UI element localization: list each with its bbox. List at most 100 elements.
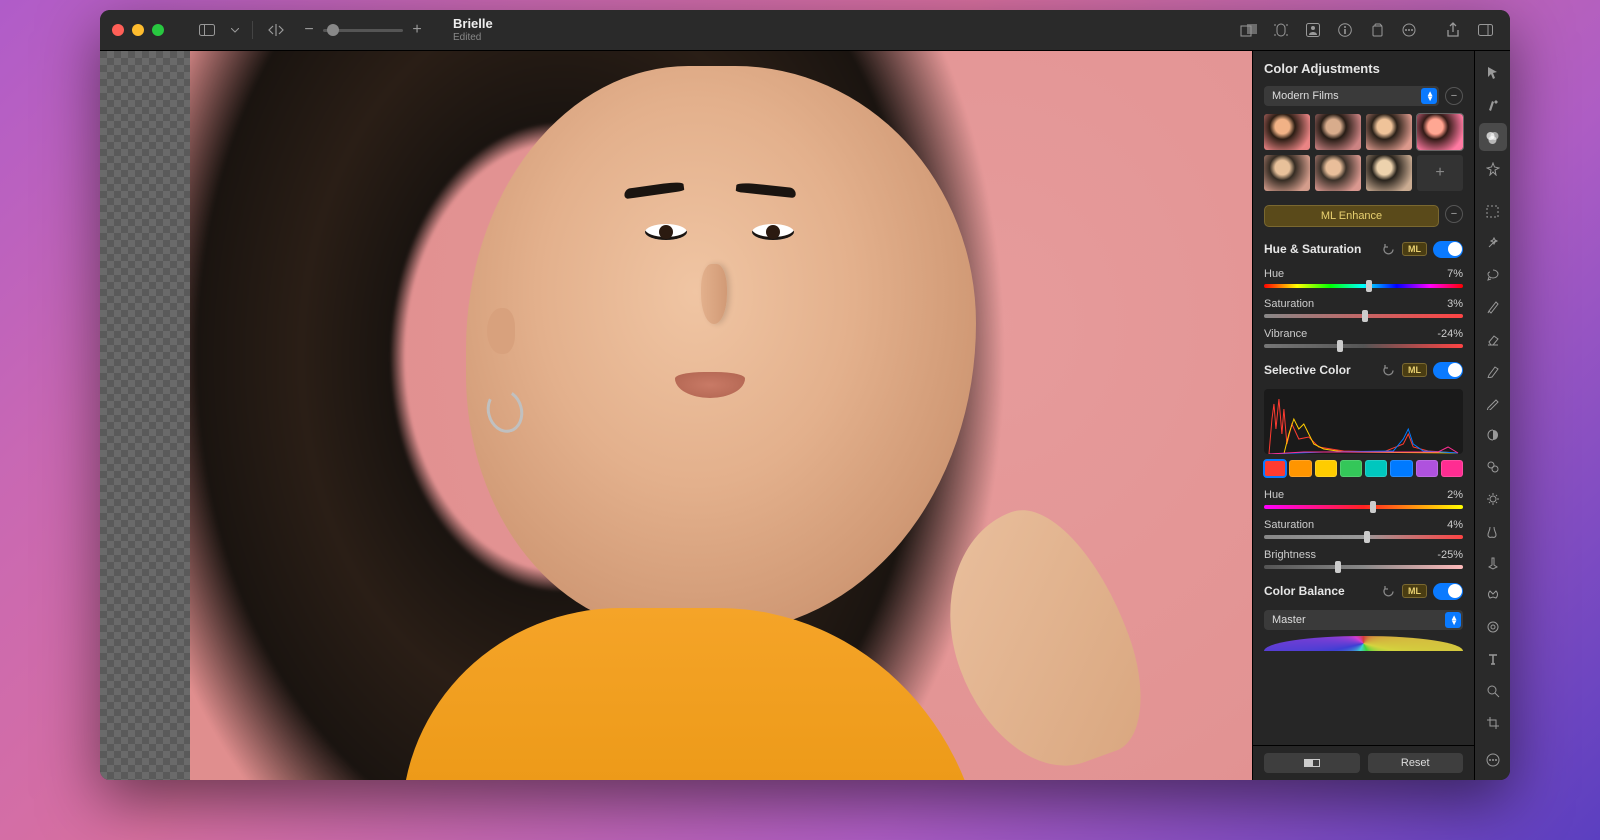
slider-track[interactable] <box>1264 314 1463 318</box>
pen-tool[interactable] <box>1479 357 1507 385</box>
fullscreen-window-button[interactable] <box>152 24 164 36</box>
preset-thumb[interactable] <box>1366 155 1412 191</box>
ml-enhance-button[interactable]: ML Enhance <box>1264 205 1439 227</box>
slider-track[interactable] <box>1264 505 1463 509</box>
preset-thumb[interactable] <box>1264 155 1310 191</box>
repair-tool[interactable] <box>1479 581 1507 609</box>
color-balance-section: Color Balance ML Master ▲▼ <box>1264 583 1463 651</box>
slider-track[interactable] <box>1264 565 1463 569</box>
style-tool[interactable] <box>1479 91 1507 119</box>
more-button[interactable] <box>1396 18 1422 42</box>
shape-tool[interactable] <box>1479 613 1507 641</box>
minimize-window-button[interactable] <box>132 24 144 36</box>
color-chip[interactable] <box>1441 460 1463 477</box>
tonal-range-dropdown[interactable]: Master ▲▼ <box>1264 610 1463 630</box>
color-chip[interactable] <box>1416 460 1438 477</box>
close-window-button[interactable] <box>112 24 124 36</box>
ml-badge[interactable]: ML <box>1402 363 1427 377</box>
lighten-tool[interactable] <box>1479 485 1507 513</box>
preset-thumb[interactable] <box>1417 114 1463 150</box>
section-title: Hue & Saturation <box>1264 242 1374 256</box>
lasso-tool[interactable] <box>1479 261 1507 289</box>
ml-badge[interactable]: ML <box>1402 584 1427 598</box>
inspector-sidebar: Color Adjustments Modern Films ▲▼ − <box>1252 51 1474 780</box>
warp-tool[interactable] <box>1479 549 1507 577</box>
color-chip[interactable] <box>1390 460 1412 477</box>
sidebar-dropdown-button[interactable] <box>228 18 242 42</box>
document-title: Brielle Edited <box>453 16 493 44</box>
gradient-tool[interactable] <box>1479 421 1507 449</box>
arrow-tool[interactable] <box>1479 59 1507 87</box>
marquee-tool[interactable] <box>1479 197 1507 225</box>
info-button[interactable] <box>1332 18 1358 42</box>
reset-icon[interactable] <box>1380 583 1396 599</box>
slider-value: -24% <box>1437 328 1463 340</box>
clone-tool[interactable] <box>1479 453 1507 481</box>
zoom-control: − + <box>301 18 425 42</box>
zoom-out-button[interactable]: − <box>301 18 317 42</box>
erase-tool[interactable] <box>1479 325 1507 353</box>
ml-enhance-remove-button[interactable]: − <box>1445 205 1463 223</box>
person-button[interactable] <box>1300 18 1326 42</box>
preset-thumb[interactable] <box>1264 114 1310 150</box>
preset-thumb[interactable] <box>1315 155 1361 191</box>
color-chip[interactable] <box>1264 460 1286 477</box>
color-chip[interactable] <box>1289 460 1311 477</box>
slider-value: 4% <box>1447 519 1463 531</box>
color-selector <box>1264 460 1463 477</box>
slider-value: 3% <box>1447 298 1463 310</box>
paint-tool[interactable] <box>1479 293 1507 321</box>
slider-track[interactable] <box>1264 535 1463 539</box>
reset-icon[interactable] <box>1380 241 1396 257</box>
preset-remove-button[interactable]: − <box>1445 87 1463 105</box>
zoom-slider[interactable] <box>323 29 403 32</box>
histogram <box>1264 389 1463 454</box>
slider-row: Hue2% <box>1264 489 1463 509</box>
zoom-in-button[interactable]: + <box>409 18 425 42</box>
preset-thumbnails: + <box>1264 114 1463 191</box>
canvas[interactable] <box>100 51 1252 780</box>
zoom-tool[interactable] <box>1479 677 1507 705</box>
pencil-tool[interactable] <box>1479 389 1507 417</box>
preset-add-button[interactable]: + <box>1417 155 1463 191</box>
color-chip[interactable] <box>1365 460 1387 477</box>
slider-label: Saturation <box>1264 298 1314 310</box>
slider-label: Saturation <box>1264 519 1314 531</box>
type-tool[interactable] <box>1479 645 1507 673</box>
color-chip[interactable] <box>1340 460 1362 477</box>
reset-icon[interactable] <box>1380 362 1396 378</box>
section-toggle[interactable] <box>1433 241 1463 258</box>
slider-label: Vibrance <box>1264 328 1307 340</box>
ml-badge[interactable]: ML <box>1402 242 1427 256</box>
tool-overflow-button[interactable] <box>1479 746 1507 774</box>
crop-tool[interactable] <box>1479 709 1507 737</box>
section-toggle[interactable] <box>1433 362 1463 379</box>
slider-row: Saturation 4% <box>1264 519 1463 539</box>
preset-thumb[interactable] <box>1315 114 1361 150</box>
tonal-label: Master <box>1272 614 1306 626</box>
preset-label: Modern Films <box>1272 90 1339 102</box>
panels-button[interactable] <box>1472 18 1498 42</box>
wand-tool[interactable] <box>1479 229 1507 257</box>
color-chip[interactable] <box>1315 460 1337 477</box>
code-view-button[interactable] <box>263 18 289 42</box>
share-button[interactable] <box>1440 18 1466 42</box>
reset-button[interactable]: Reset <box>1368 753 1464 773</box>
section-toggle[interactable] <box>1433 583 1463 600</box>
smudge-tool[interactable] <box>1479 517 1507 545</box>
image-content <box>190 51 1252 780</box>
split-compare-button[interactable] <box>1264 753 1360 773</box>
preset-thumb[interactable] <box>1366 114 1412 150</box>
doc-name: Brielle <box>453 16 493 32</box>
portrait-button[interactable] <box>1268 18 1294 42</box>
color-adjust-tool[interactable] <box>1479 123 1507 151</box>
slider-track[interactable] <box>1264 284 1463 288</box>
effects-tool[interactable] <box>1479 155 1507 183</box>
sidebar-footer: Reset <box>1253 745 1474 780</box>
preset-dropdown[interactable]: Modern Films ▲▼ <box>1264 86 1439 106</box>
color-wheel[interactable] <box>1264 636 1463 651</box>
compare-button[interactable] <box>1236 18 1262 42</box>
slider-track[interactable] <box>1264 344 1463 348</box>
duplicate-button[interactable] <box>1364 18 1390 42</box>
sidebar-toggle-button[interactable] <box>194 18 220 42</box>
